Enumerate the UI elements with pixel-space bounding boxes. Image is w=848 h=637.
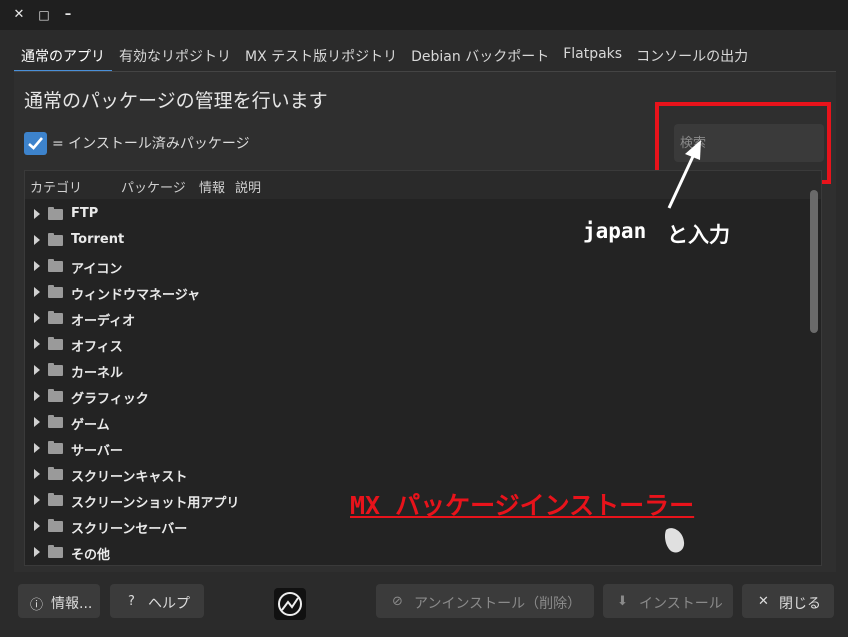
category-label: オフィス xyxy=(71,340,123,355)
page-title: 通常のパッケージの管理を行います xyxy=(24,90,328,112)
tab-flatpaks[interactable]: Flatpaks xyxy=(556,42,629,72)
category-label: スクリーンキャスト xyxy=(71,470,188,485)
category-label: その他 xyxy=(71,548,111,563)
tree-row[interactable]: サーバー xyxy=(25,435,805,461)
close-icon: ✕ xyxy=(758,594,769,609)
mx-logo-icon xyxy=(274,588,306,620)
category-label: ゲーム xyxy=(71,418,110,433)
folder-icon xyxy=(48,207,63,220)
tree-row[interactable]: オフィス xyxy=(25,331,805,357)
annotation-japan: japan xyxy=(583,219,647,243)
annotation-app-title: MX パッケージインストーラー xyxy=(350,491,695,520)
expand-arrow-icon[interactable] xyxy=(34,365,40,375)
folder-icon xyxy=(48,441,63,454)
expand-arrow-icon[interactable] xyxy=(34,547,40,557)
folder-icon xyxy=(48,519,63,532)
tab-popular-apps[interactable]: 通常のアプリ xyxy=(14,42,112,72)
expand-arrow-icon[interactable] xyxy=(34,521,40,531)
category-label: サーバー xyxy=(71,444,123,459)
expand-arrow-icon[interactable] xyxy=(34,391,40,401)
tab-debian-backports[interactable]: Debian バックポート xyxy=(404,42,556,72)
info-icon: ⓘ xyxy=(30,598,44,613)
title-bar: ✕ □ – xyxy=(0,0,848,30)
tab-bar: 通常のアプリ 有効なリポジトリ MX テスト版リポジトリ Debian バックポ… xyxy=(14,42,755,72)
tree-row[interactable]: アイコン xyxy=(25,253,805,279)
category-label: アイコン xyxy=(71,262,123,277)
folder-icon xyxy=(48,493,63,506)
installed-checkbox-icon xyxy=(24,132,47,155)
installed-legend: = インストール済みパッケージ xyxy=(52,136,250,152)
tab-enabled-repos[interactable]: 有効なリポジトリ xyxy=(112,42,238,72)
cursor-icon xyxy=(664,528,685,553)
expand-arrow-icon[interactable] xyxy=(34,443,40,453)
folder-icon xyxy=(48,363,63,376)
uninstall-button[interactable]: ⊘ アンインストール（削除） xyxy=(376,584,594,618)
folder-icon xyxy=(48,467,63,480)
expand-arrow-icon[interactable] xyxy=(34,235,40,245)
tree-row[interactable]: ゲーム xyxy=(25,409,805,435)
install-icon: ⬇ xyxy=(617,594,628,609)
minimize-icon[interactable]: – xyxy=(59,6,77,24)
expand-arrow-icon[interactable] xyxy=(34,261,40,271)
expand-arrow-icon[interactable] xyxy=(34,209,40,219)
folder-icon xyxy=(48,415,63,428)
expand-arrow-icon[interactable] xyxy=(34,313,40,323)
tab-console-output[interactable]: コンソールの出力 xyxy=(629,42,755,72)
maximize-icon[interactable]: □ xyxy=(35,6,53,24)
header-category[interactable]: カテゴリ xyxy=(30,177,82,196)
tree-row[interactable]: グラフィック xyxy=(25,383,805,409)
category-label: Torrent xyxy=(71,232,125,247)
category-label: スクリーンセーバー xyxy=(71,522,188,537)
folder-icon xyxy=(48,389,63,402)
help-button[interactable]: ? ヘルプ xyxy=(110,584,204,618)
vertical-scrollbar[interactable] xyxy=(810,190,818,333)
install-button[interactable]: ⬇ インストール xyxy=(603,584,733,618)
tree-row[interactable]: ウィンドウマネージャ xyxy=(25,279,805,305)
expand-arrow-icon[interactable] xyxy=(34,495,40,505)
category-label: FTP xyxy=(71,206,99,221)
folder-icon xyxy=(48,311,63,324)
folder-icon xyxy=(48,337,63,350)
uninstall-icon: ⊘ xyxy=(392,594,403,609)
expand-arrow-icon[interactable] xyxy=(34,469,40,479)
category-label: グラフィック xyxy=(71,392,149,407)
header-info[interactable]: 情報 xyxy=(199,177,225,196)
close-button[interactable]: ✕ 閉じる xyxy=(742,584,834,618)
category-label: スクリーンショット用アプリ xyxy=(71,496,240,511)
close-icon[interactable]: ✕ xyxy=(10,6,28,24)
category-label: オーディオ xyxy=(71,314,136,329)
tree-row[interactable]: その他 xyxy=(25,539,805,565)
info-button[interactable]: ⓘ 情報... xyxy=(18,584,100,618)
tree-row[interactable]: カーネル xyxy=(25,357,805,383)
tree-row[interactable]: スクリーンキャスト xyxy=(25,461,805,487)
annotation-arrow-icon xyxy=(667,140,701,209)
expand-arrow-icon[interactable] xyxy=(34,287,40,297)
tree-row[interactable]: オーディオ xyxy=(25,305,805,331)
folder-icon xyxy=(48,233,63,246)
tab-mx-test-repo[interactable]: MX テスト版リポジトリ xyxy=(238,42,404,72)
category-label: カーネル xyxy=(71,366,124,381)
folder-icon xyxy=(48,545,63,558)
folder-icon xyxy=(48,259,63,272)
expand-arrow-icon[interactable] xyxy=(34,417,40,427)
annotation-input: と入力 xyxy=(667,223,730,247)
header-description[interactable]: 説明 xyxy=(235,177,261,196)
header-package[interactable]: パッケージ xyxy=(121,177,186,196)
folder-icon xyxy=(48,285,63,298)
help-icon: ? xyxy=(128,594,135,609)
expand-arrow-icon[interactable] xyxy=(34,339,40,349)
category-label: ウィンドウマネージャ xyxy=(71,288,201,303)
